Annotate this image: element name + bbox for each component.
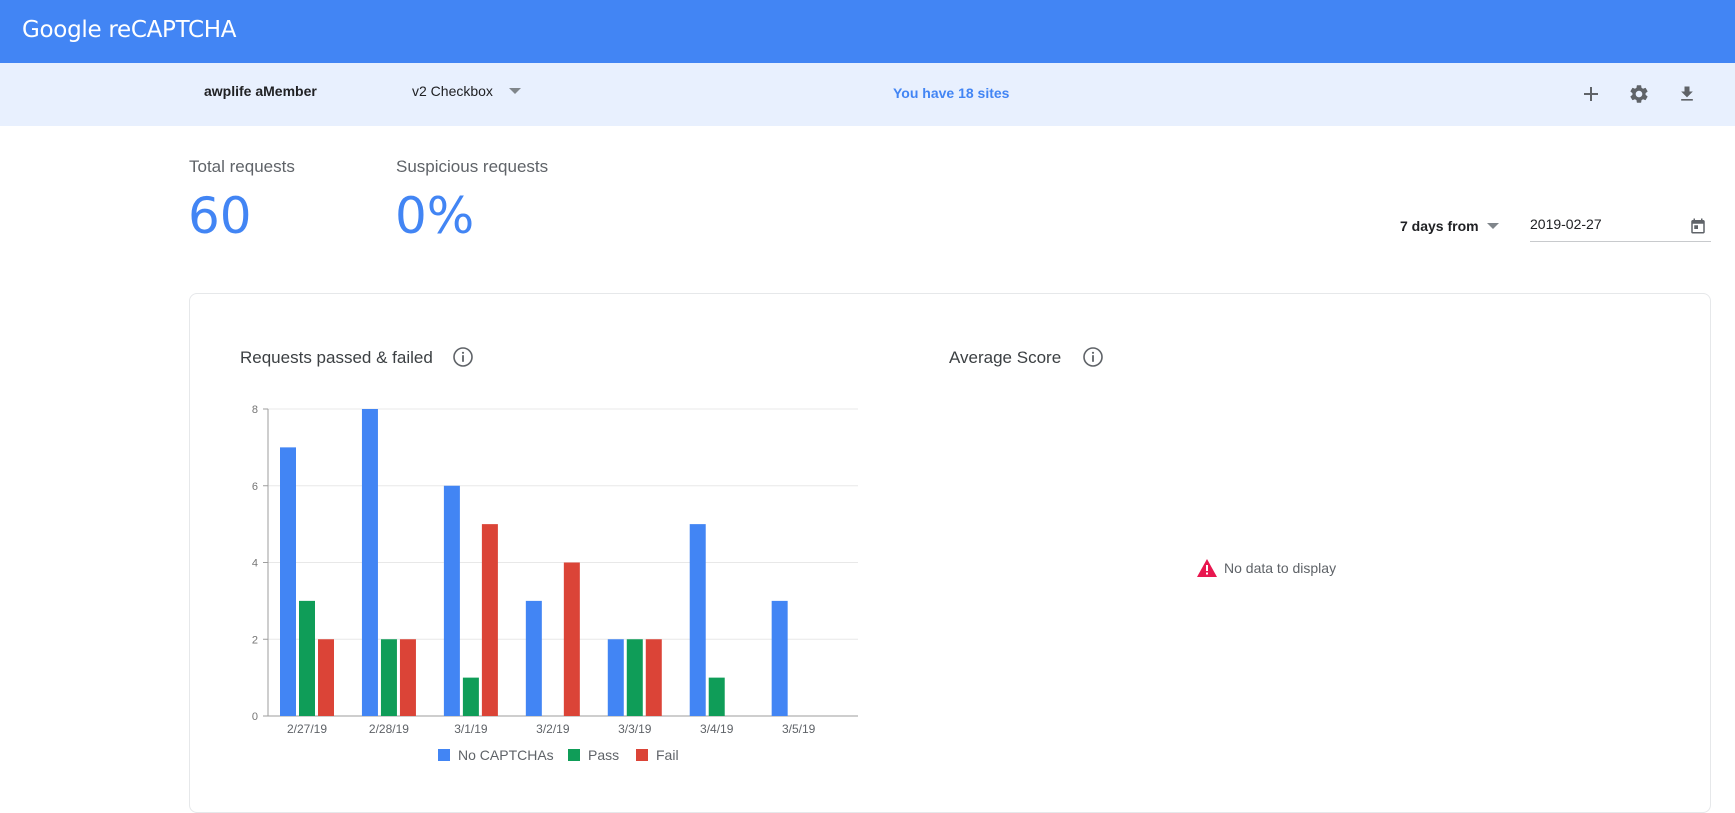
key-type-label: v2 Checkbox <box>412 83 493 99</box>
bar <box>607 639 624 716</box>
gear-icon <box>1630 85 1648 103</box>
x-tick-label: 3/4/19 <box>700 722 734 736</box>
bar <box>626 639 643 716</box>
chevron-down-icon <box>1486 223 1499 230</box>
y-tick-label: 6 <box>252 481 258 493</box>
bar <box>689 524 706 716</box>
start-date-field <box>1530 214 1711 242</box>
download-icon <box>1681 86 1693 101</box>
info-icon[interactable] <box>452 346 474 368</box>
no-data-text: No data to display <box>1224 560 1337 576</box>
suspicious-requests-value: 0% <box>395 187 475 245</box>
brand-logo[interactable]: Google reCAPTCHA <box>22 17 236 43</box>
bar <box>443 485 460 716</box>
download-button[interactable] <box>1672 79 1702 109</box>
top-app-bar: Google reCAPTCHA <box>0 0 1735 63</box>
bar <box>771 600 788 716</box>
total-requests-value: 60 <box>188 187 252 245</box>
bar <box>645 639 662 716</box>
x-tick-label: 3/2/19 <box>536 722 570 736</box>
y-tick-label: 2 <box>252 634 258 646</box>
bar <box>318 639 334 716</box>
x-tick-label: 3/5/19 <box>782 722 816 736</box>
settings-button[interactable] <box>1624 79 1654 109</box>
bar <box>481 524 498 716</box>
range-dropdown[interactable]: 7 days from <box>1400 218 1499 234</box>
key-type-dropdown[interactable]: v2 Checkbox <box>412 83 521 99</box>
requests-bar-chart: 0 2 4 6 8 2/27/19 2/28/19 3/1/19 3/2/19 3/3/19 3/4… <box>252 404 858 763</box>
suspicious-requests-label: Suspicious requests <box>396 157 549 176</box>
x-tick-label: 3/1/19 <box>454 722 488 736</box>
range-label: 7 days from <box>1400 218 1479 234</box>
y-tick-label: 4 <box>252 558 258 570</box>
add-site-button[interactable] <box>1576 79 1606 109</box>
legend-swatch <box>438 749 450 761</box>
y-tick-label: 0 <box>252 711 258 723</box>
legend-swatch <box>568 749 580 761</box>
no-data-message: No data to display <box>1196 558 1336 578</box>
average-score-title: Average Score <box>949 348 1062 367</box>
site-toolbar: awplife aMember v2 Checkbox You have 18 … <box>0 63 1735 126</box>
start-date-input[interactable] <box>1530 216 1680 232</box>
bar <box>280 447 296 716</box>
add-icon <box>1584 87 1598 101</box>
total-requests-label: Total requests <box>189 157 295 176</box>
legend-label: No CAPTCHAs <box>458 747 554 763</box>
bar <box>299 600 315 716</box>
legend-label: Fail <box>656 747 679 763</box>
y-tick-label: 8 <box>252 404 258 416</box>
x-tick-label: 2/27/19 <box>287 722 327 736</box>
calendar-icon[interactable] <box>1689 217 1707 235</box>
chevron-down-icon <box>508 88 521 95</box>
x-tick-label: 2/28/19 <box>369 722 409 736</box>
requests-chart-title: Requests passed & failed <box>240 348 433 367</box>
bar <box>399 639 416 716</box>
x-tick-label: 3/3/19 <box>618 722 652 736</box>
legend-swatch <box>636 749 648 761</box>
bar <box>708 677 725 716</box>
legend-label: Pass <box>588 747 619 763</box>
warning-icon <box>1197 559 1217 577</box>
bar <box>380 639 397 716</box>
info-icon[interactable] <box>1082 346 1104 368</box>
bar <box>563 562 580 716</box>
bar <box>361 409 378 716</box>
bar <box>525 600 542 716</box>
bar <box>462 677 479 716</box>
site-name: awplife aMember <box>204 83 317 99</box>
sites-count-link[interactable]: You have 18 sites <box>893 85 1009 101</box>
